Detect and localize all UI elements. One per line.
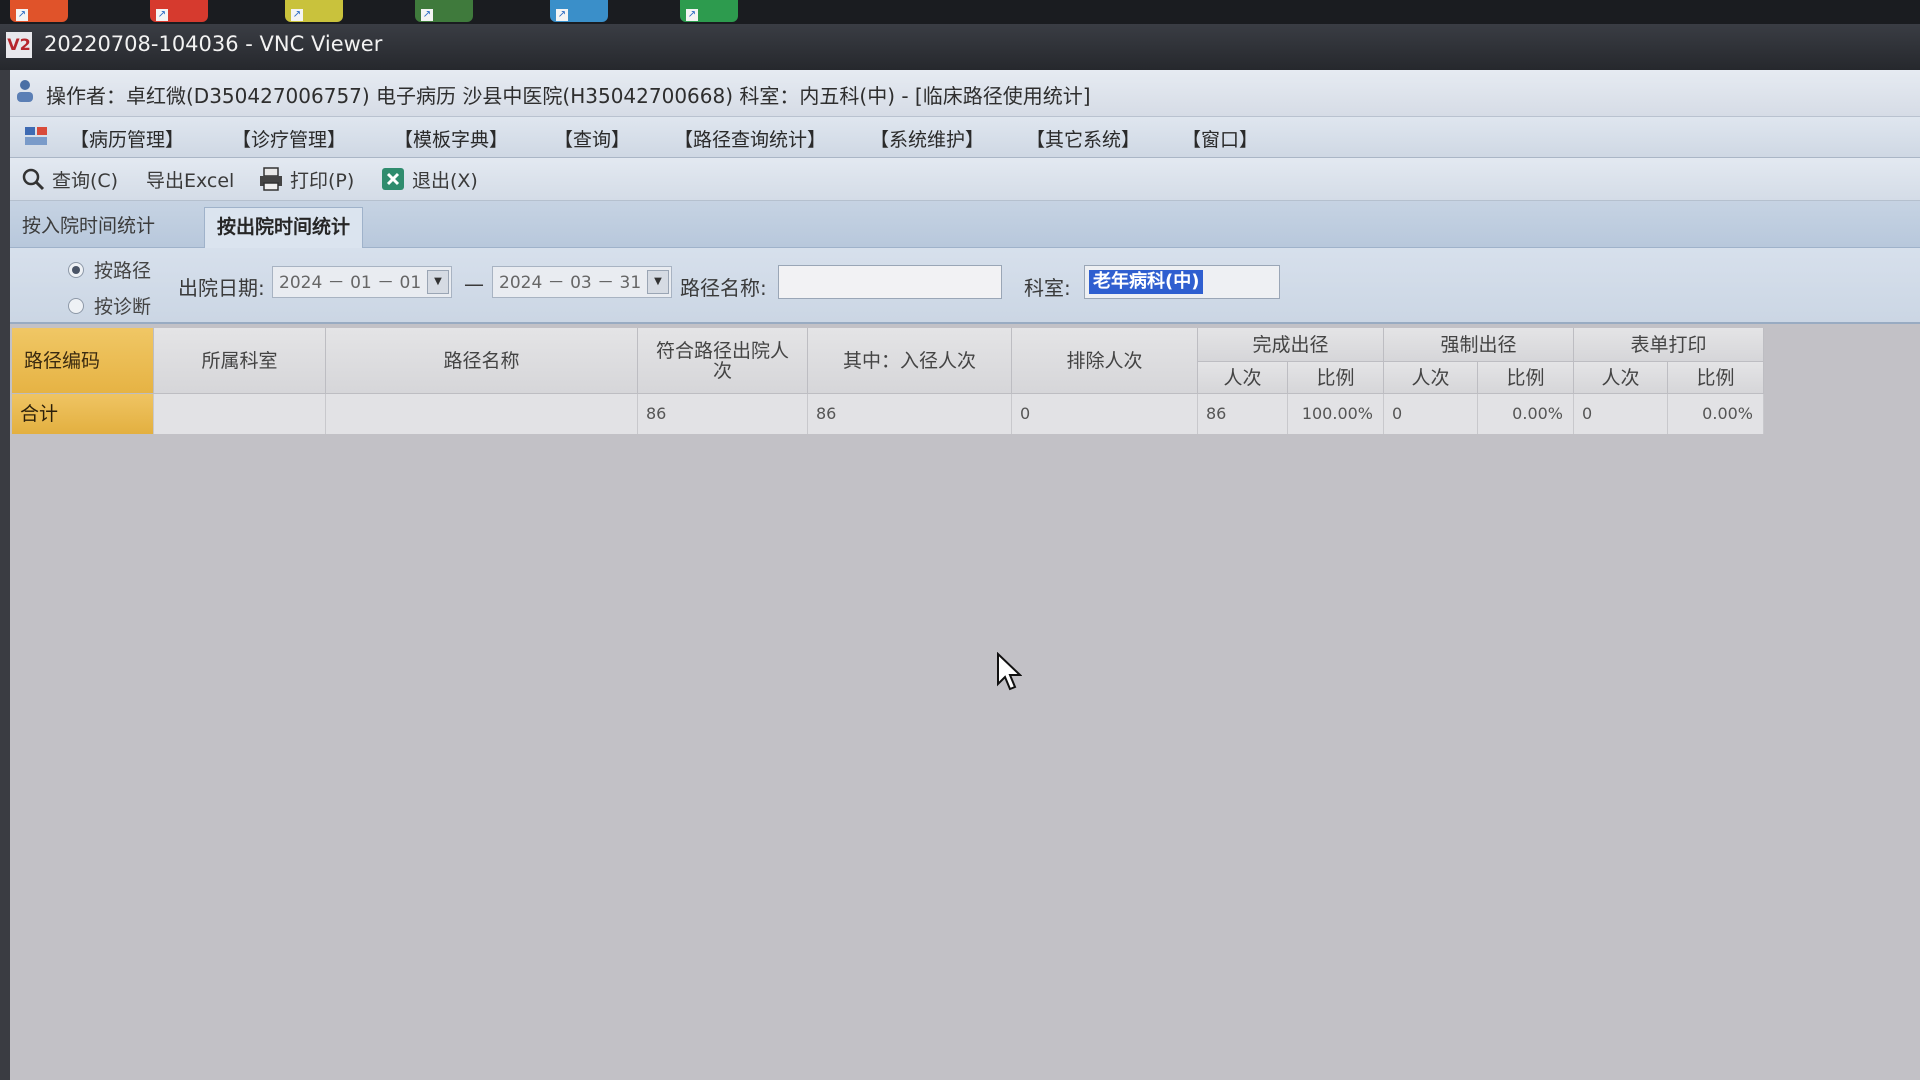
print-button[interactable]: 打印(P) (258, 165, 354, 193)
shortcut-arrow-icon: ↗ (16, 9, 28, 21)
radio-unchecked-indicator (68, 297, 84, 314)
exit-icon (382, 168, 404, 190)
shortcut-arrow-icon: ↗ (686, 9, 698, 21)
date-range-dash: — (464, 272, 484, 296)
col-header-path-name[interactable]: 路径名称 (326, 328, 638, 394)
vnc-logo-icon: V2 (6, 32, 32, 58)
col-header-completed-count[interactable]: 人次 (1198, 362, 1288, 394)
col-group-forced: 强制出径 (1384, 328, 1574, 362)
query-button-label: 查询(C) (52, 169, 119, 192)
department-label: 科室: (1024, 276, 1071, 300)
shortcut-arrow-icon: ↗ (156, 9, 168, 21)
exit-button[interactable]: 退出(X) (380, 165, 478, 193)
menu-other-systems[interactable]: 【其它系统】 (1026, 125, 1140, 152)
date-to-picker[interactable]: 2024 － 03 － 31 ▼ (492, 266, 672, 298)
department-value: 老年病科(中) (1089, 270, 1204, 294)
window-title: 20220708-104036 - VNC Viewer (44, 32, 383, 56)
operator-info-text: 操作者：卓红微(D350427006757) 电子病历 沙县中医院(H35042… (46, 84, 1091, 108)
printer-icon (260, 167, 282, 191)
total-row-department[interactable] (154, 394, 326, 434)
total-row-eligible[interactable]: 86 (638, 394, 808, 434)
col-group-form-print: 表单打印 (1574, 328, 1764, 362)
taskbar-app-icon[interactable]: ↗ (550, 0, 608, 22)
total-row-forced-ratio[interactable]: 0.00% (1478, 394, 1574, 434)
menu-template-dictionary[interactable]: 【模板字典】 (394, 125, 508, 152)
col-header-completed-ratio[interactable]: 比例 (1288, 362, 1384, 394)
mouse-cursor-icon (997, 652, 1022, 691)
col-header-path-code[interactable]: 路径编码 (12, 328, 154, 394)
statistics-tabs: 按入院时间统计 按出院时间统计 (10, 201, 1920, 248)
taskbar-app-icon[interactable]: ↗ (150, 0, 208, 22)
tab-admission-time[interactable]: 按入院时间统计 (10, 207, 167, 247)
col-group-completed: 完成出径 (1198, 328, 1384, 362)
radio-checked-indicator (68, 261, 84, 278)
radio-by-diagnosis-label: 按诊断 (94, 296, 152, 318)
export-excel-label: 导出Excel (146, 169, 235, 192)
col-header-print-count[interactable]: 人次 (1574, 362, 1668, 394)
menu-window[interactable]: 【窗口】 (1182, 125, 1258, 152)
menu-path-query-statistics[interactable]: 【路径查询统计】 (674, 125, 826, 152)
menu-medical-records[interactable]: 【病历管理】 (70, 125, 184, 152)
chevron-down-icon[interactable]: ▼ (647, 270, 669, 294)
vnc-title-bar[interactable]: V2 20220708-104036 - VNC Viewer (0, 24, 1920, 70)
shortcut-arrow-icon: ↗ (421, 9, 433, 21)
radio-by-path[interactable]: 按路径 (68, 256, 151, 283)
shortcut-arrow-icon: ↗ (556, 9, 568, 21)
taskbar-app-icon[interactable]: ↗ (680, 0, 738, 22)
col-header-department[interactable]: 所属科室 (154, 328, 326, 394)
col-header-excluded[interactable]: 排除人次 (1012, 328, 1198, 394)
statistics-grid: 路径编码 所属科室 路径名称 符合路径出院人次 其中：入径人次 排除人次 完成出… (12, 328, 1772, 436)
emr-application: 操作者：卓红微(D350427006757) 电子病历 沙县中医院(H35042… (10, 70, 1920, 1080)
total-row-print-ratio[interactable]: 0.00% (1668, 394, 1764, 434)
menu-diagnosis-treatment[interactable]: 【诊疗管理】 (232, 125, 346, 152)
shortcut-arrow-icon: ↗ (291, 9, 303, 21)
os-taskbar: ↗ ↗ ↗ ↗ ↗ ↗ (0, 0, 1920, 24)
total-row-entered[interactable]: 86 (808, 394, 1012, 434)
window-left-border (0, 70, 10, 1080)
filter-panel: 按路径 按诊断 出院日期: 2024 － 01 － 01 ▼ — 2024 － … (10, 248, 1920, 324)
department-input[interactable]: 老年病科(中) (1084, 265, 1280, 299)
total-row-completed-count[interactable]: 86 (1198, 394, 1288, 434)
chevron-down-icon[interactable]: ▼ (427, 270, 449, 294)
total-row-forced-count[interactable]: 0 (1384, 394, 1478, 434)
total-row-print-count[interactable]: 0 (1574, 394, 1668, 434)
export-excel-button[interactable]: 导出Excel (146, 165, 234, 193)
taskbar-app-icon[interactable]: ↗ (285, 0, 343, 22)
exit-button-label: 退出(X) (412, 169, 478, 192)
total-row-excluded[interactable]: 0 (1012, 394, 1198, 434)
radio-by-diagnosis[interactable]: 按诊断 (68, 292, 151, 319)
radio-by-path-label: 按路径 (94, 260, 152, 282)
col-header-entered[interactable]: 其中：入径人次 (808, 328, 1012, 394)
user-icon (17, 80, 33, 102)
total-row-completed-ratio[interactable]: 100.00% (1288, 394, 1384, 434)
toolbar: 查询(C) 导出Excel 打印(P) 退出(X) (10, 158, 1920, 201)
menu-query[interactable]: 【查询】 (554, 125, 630, 152)
taskbar-app-icon[interactable]: ↗ (415, 0, 473, 22)
taskbar-app-icon[interactable]: ↗ (10, 0, 68, 22)
path-name-input[interactable] (778, 265, 1002, 299)
date-to-value: 2024 － 03 － 31 (499, 273, 642, 293)
date-from-value: 2024 － 01 － 01 (279, 273, 422, 293)
path-name-label: 路径名称: (680, 276, 767, 300)
tab-discharge-time[interactable]: 按出院时间统计 (204, 207, 364, 248)
total-row-path-name[interactable] (326, 394, 638, 434)
operator-info-bar: 操作者：卓红微(D350427006757) 电子病历 沙县中医院(H35042… (10, 70, 1920, 117)
discharge-date-label: 出院日期: (178, 276, 265, 300)
print-button-label: 打印(P) (290, 169, 355, 192)
total-row-label[interactable]: 合计 (12, 394, 154, 434)
col-header-forced-ratio[interactable]: 比例 (1478, 362, 1574, 394)
col-header-eligible-discharges[interactable]: 符合路径出院人次 (638, 328, 808, 394)
col-header-forced-count[interactable]: 人次 (1384, 362, 1478, 394)
app-menu-icon[interactable] (24, 125, 48, 147)
menu-system-maintenance[interactable]: 【系统维护】 (870, 125, 984, 152)
query-button[interactable]: 查询(C) (20, 165, 118, 193)
search-icon (22, 168, 45, 191)
menu-bar: 【病历管理】 【诊疗管理】 【模板字典】 【查询】 【路径查询统计】 【系统维护… (10, 117, 1920, 158)
date-from-picker[interactable]: 2024 － 01 － 01 ▼ (272, 266, 452, 298)
col-header-print-ratio[interactable]: 比例 (1668, 362, 1764, 394)
